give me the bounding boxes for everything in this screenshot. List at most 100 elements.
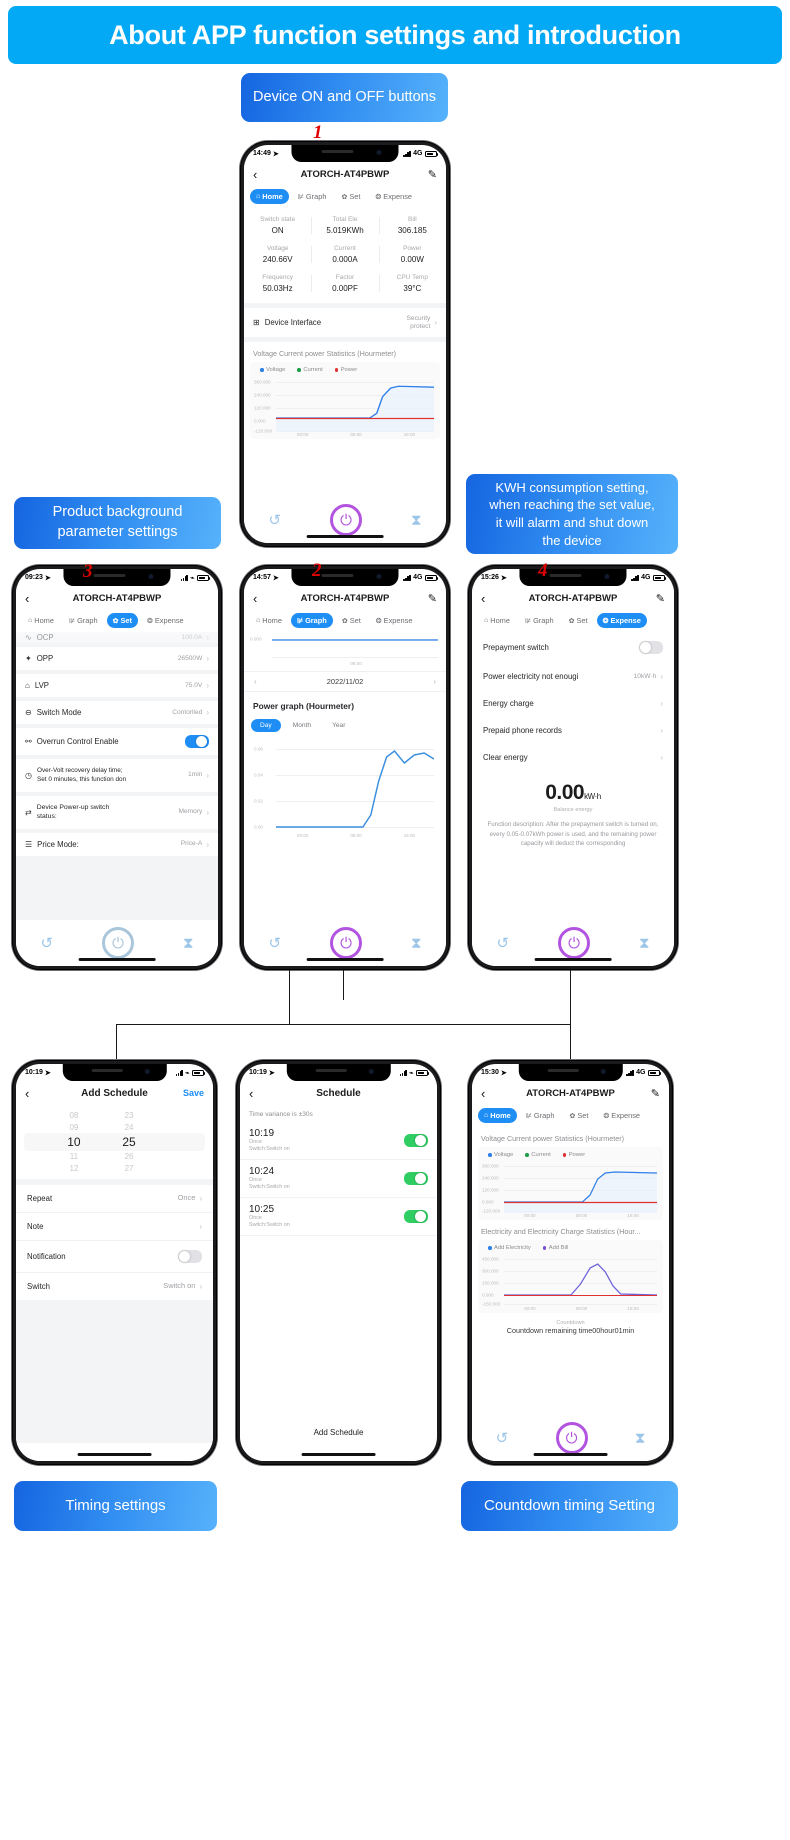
- setting-row-lvp[interactable]: ⌂ LVP 75.0V ›: [16, 674, 218, 697]
- schedule-row-note[interactable]: Note ›: [16, 1213, 213, 1241]
- power-button[interactable]: ⏻: [558, 927, 590, 959]
- tab-set[interactable]: ✿ Set: [335, 189, 366, 204]
- tab-set[interactable]: ✿ Set: [336, 613, 367, 628]
- minute-column[interactable]: 23 24 25 26 27: [122, 1105, 135, 1179]
- schedule-item-toggle[interactable]: [404, 1134, 428, 1148]
- setting-row-opp[interactable]: ✦ OPP 26500W ›: [16, 647, 218, 670]
- timer-icon[interactable]: ⧗: [411, 512, 422, 529]
- tab-graph[interactable]: ⊯ Graph: [519, 613, 560, 628]
- minute-selected[interactable]: 25: [122, 1135, 135, 1149]
- back-icon[interactable]: ‹: [249, 1086, 263, 1101]
- range-tab-day[interactable]: Day: [251, 719, 281, 732]
- pencil-icon[interactable]: ✎: [656, 592, 665, 605]
- power-button[interactable]: ⏻: [330, 927, 362, 959]
- minute-option[interactable]: 27: [125, 1164, 134, 1173]
- add-schedule-button[interactable]: Add Schedule: [240, 1420, 437, 1445]
- minute-option[interactable]: 23: [125, 1111, 134, 1120]
- expense-row-clear-energy[interactable]: Clear energy ›: [472, 744, 674, 771]
- schedule-list-item[interactable]: 10:19 Once Switch:Switch on: [240, 1122, 437, 1161]
- tab-home[interactable]: ⌂ Home: [478, 613, 516, 628]
- power-button[interactable]: ⏻: [330, 504, 362, 536]
- tab-set[interactable]: ✿ Set: [563, 613, 594, 628]
- expense-row-power-not-enough[interactable]: Power electricity not enougi 10kW·h ›: [472, 663, 674, 690]
- countdown-icon[interactable]: ↺: [496, 934, 509, 952]
- tab-home[interactable]: ⌂ Home: [478, 1108, 517, 1123]
- countdown-icon[interactable]: ↺: [268, 934, 281, 952]
- notification-toggle[interactable]: [178, 1250, 202, 1263]
- device-interface-row[interactable]: ⊞ Device Interface Security protect ›: [244, 308, 446, 338]
- setting-row-powerup-status[interactable]: ⇄ Device Power-up switch status: Memory …: [16, 795, 218, 829]
- tab-expense[interactable]: ❂ Expense: [596, 613, 647, 628]
- schedule-item-toggle[interactable]: [404, 1172, 428, 1186]
- back-icon[interactable]: ‹: [253, 167, 267, 182]
- timer-icon[interactable]: ⧗: [183, 935, 194, 952]
- tab-graph[interactable]: ⊯ Graph: [290, 613, 333, 628]
- back-icon[interactable]: ‹: [25, 1086, 39, 1101]
- metric-value: ON: [271, 226, 284, 235]
- expense-row-energy-charge[interactable]: Energy charge ›: [472, 690, 674, 717]
- save-button[interactable]: Save: [183, 1088, 204, 1098]
- back-icon[interactable]: ‹: [481, 1086, 495, 1101]
- tab-home[interactable]: ⌂ Home: [250, 189, 289, 204]
- time-variance-note: Time variance is ±30s: [249, 1111, 313, 1118]
- tab-home[interactable]: ⌂ Home: [22, 613, 60, 628]
- countdown-icon[interactable]: ↺: [496, 1429, 509, 1447]
- schedule-row-switch[interactable]: Switch Switch on ›: [16, 1273, 213, 1300]
- timer-icon[interactable]: ⧗: [639, 935, 650, 952]
- back-icon[interactable]: ‹: [25, 591, 39, 606]
- schedule-row-notification[interactable]: Notification: [16, 1241, 213, 1273]
- date-selector[interactable]: ‹ 2022/11/02 ›: [244, 671, 446, 692]
- setting-row-ocp[interactable]: ∿ OCP 100.0A ›: [16, 632, 218, 643]
- tab-set[interactable]: ✿ Set: [563, 1108, 594, 1123]
- x-tick: 08:00: [350, 833, 362, 838]
- countdown-icon[interactable]: ↺: [268, 511, 281, 529]
- setting-row-price-mode[interactable]: ☰ Price Mode: Price-A ›: [16, 832, 218, 856]
- tab-graph[interactable]: ⊯ Graph: [292, 189, 333, 204]
- hour-option[interactable]: 09: [69, 1123, 78, 1132]
- prepayment-switch-toggle[interactable]: [639, 641, 663, 654]
- timer-icon[interactable]: ⧗: [411, 935, 422, 952]
- setting-row-switch-mode[interactable]: ⊖ Switch Mode Contorlled ›: [16, 701, 218, 724]
- hour-option[interactable]: 08: [69, 1111, 78, 1120]
- schedule-item-toggle[interactable]: [404, 1210, 428, 1224]
- prev-date-icon[interactable]: ‹: [254, 677, 257, 686]
- next-date-icon[interactable]: ›: [433, 677, 436, 686]
- range-tab-year[interactable]: Year: [323, 719, 354, 732]
- setting-row-overrun-control[interactable]: ⚯ Overrun Control Enable: [16, 728, 218, 755]
- expense-row-prepaid-records[interactable]: Prepaid phone records ›: [472, 717, 674, 744]
- hour-option[interactable]: 12: [69, 1164, 78, 1173]
- pencil-icon[interactable]: ✎: [651, 1087, 660, 1100]
- y-tick: -120.000: [482, 1208, 501, 1214]
- timer-icon[interactable]: ⧗: [635, 1430, 646, 1447]
- tab-expense[interactable]: ❂ Expense: [597, 1108, 646, 1123]
- power-button[interactable]: ⏻: [102, 927, 134, 959]
- tab-expense[interactable]: ❂ Expense: [369, 189, 418, 204]
- tab-set[interactable]: ✿ Set: [106, 613, 138, 628]
- schedule-row-repeat[interactable]: Repeat Once ›: [16, 1185, 213, 1213]
- tab-graph[interactable]: ⊯ Graph: [520, 1108, 561, 1123]
- schedule-list-item[interactable]: 10:24 Once Switch:Switch on: [240, 1160, 437, 1199]
- countdown-icon[interactable]: ↺: [40, 934, 53, 952]
- minute-option[interactable]: 26: [125, 1152, 134, 1161]
- pencil-icon[interactable]: ✎: [428, 592, 437, 605]
- expense-row-prepayment-switch[interactable]: Prepayment switch: [472, 632, 674, 663]
- power-button[interactable]: ⏻: [555, 1422, 588, 1454]
- time-picker[interactable]: 08 09 10 11 12 23 24 25 26 27: [16, 1105, 213, 1179]
- tab-home[interactable]: ⌂ Home: [250, 613, 288, 628]
- back-icon[interactable]: ‹: [253, 591, 267, 606]
- tab-expense[interactable]: ❂ Expense: [370, 613, 419, 628]
- tab-expense[interactable]: ❂ Expense: [141, 613, 190, 628]
- status-time: 14:49: [253, 150, 271, 157]
- hour-selected[interactable]: 10: [67, 1135, 80, 1149]
- overrun-control-toggle[interactable]: [185, 735, 209, 748]
- pencil-icon[interactable]: ✎: [428, 168, 437, 181]
- schedule-list-item[interactable]: 10:25 Once Switch:Switch on: [240, 1198, 437, 1237]
- hour-option[interactable]: 11: [70, 1152, 78, 1161]
- setting-row-overvolt-delay[interactable]: ◷ Over-Volt recovery delay time; Set 0 m…: [16, 759, 218, 792]
- range-tab-month[interactable]: Month: [284, 719, 320, 732]
- hour-column[interactable]: 08 09 10 11 12: [67, 1105, 80, 1179]
- signal-icon: [399, 1069, 407, 1076]
- back-icon[interactable]: ‹: [481, 591, 495, 606]
- tab-graph[interactable]: ⊯ Graph: [63, 613, 104, 628]
- minute-option[interactable]: 24: [125, 1123, 134, 1132]
